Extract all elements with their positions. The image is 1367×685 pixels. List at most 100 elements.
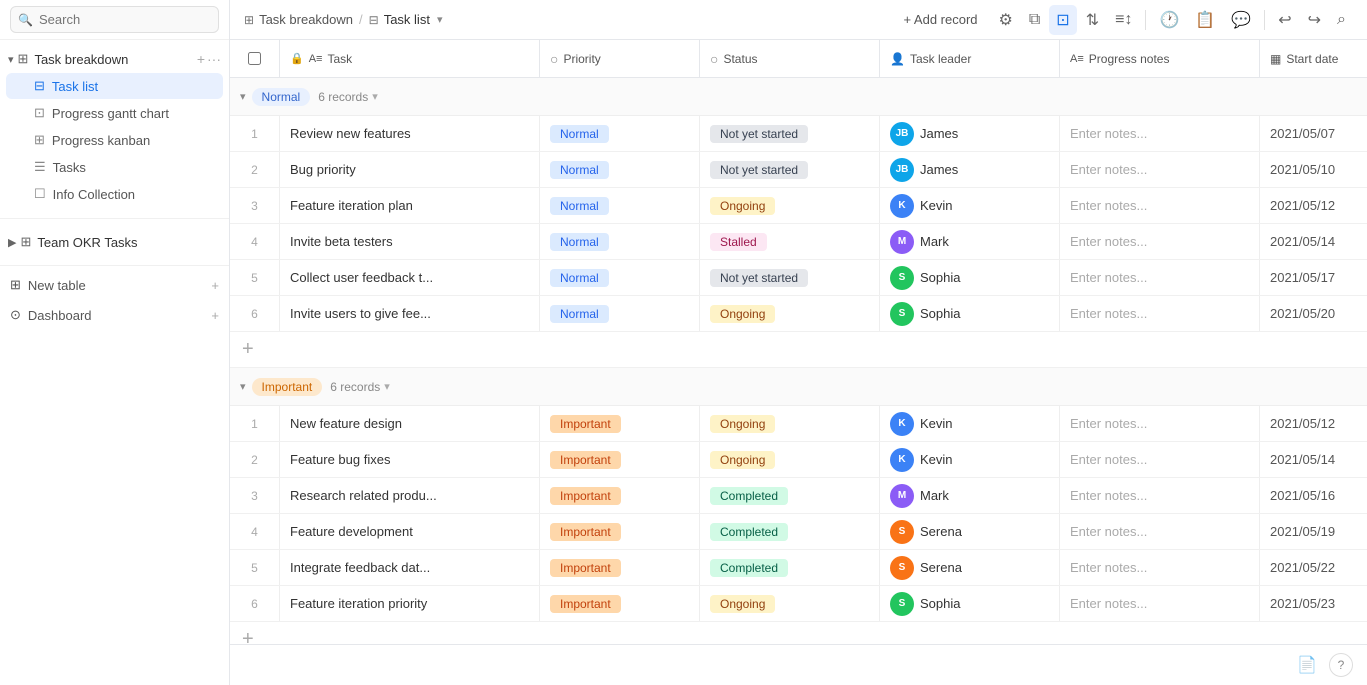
- priority-cell[interactable]: Important: [540, 478, 700, 513]
- table-row[interactable]: 5 Collect user feedback t... Normal Not …: [230, 260, 1367, 296]
- sidebar-item-task-list[interactable]: ⊟ Task list ···: [6, 73, 223, 99]
- leader-cell[interactable]: JB James: [880, 152, 1060, 187]
- add-dashboard-icon[interactable]: +: [211, 308, 219, 323]
- priority-cell[interactable]: Important: [540, 406, 700, 441]
- status-cell[interactable]: Ongoing: [700, 406, 880, 441]
- status-cell[interactable]: Completed: [700, 478, 880, 513]
- group-header-normal[interactable]: ▾ Normal 6 records ▾: [230, 78, 1367, 116]
- notes-cell[interactable]: Enter notes...: [1060, 586, 1260, 621]
- task-cell[interactable]: Feature development: [280, 514, 540, 549]
- reminder-button[interactable]: 🕐: [1152, 5, 1186, 35]
- notes-cell[interactable]: Enter notes...: [1060, 550, 1260, 585]
- task-cell[interactable]: Feature bug fixes: [280, 442, 540, 477]
- leader-cell[interactable]: K Kevin: [880, 406, 1060, 441]
- status-cell[interactable]: Ongoing: [700, 442, 880, 477]
- leader-cell[interactable]: S Sophia: [880, 296, 1060, 331]
- task-cell[interactable]: Invite beta testers: [280, 224, 540, 259]
- priority-cell[interactable]: Normal: [540, 296, 700, 331]
- task-breakdown-group-header[interactable]: ▾ ⊞ Task breakdown + ···: [0, 46, 229, 72]
- row-height-button[interactable]: ≡↕: [1108, 6, 1139, 34]
- leader-cell[interactable]: K Kevin: [880, 442, 1060, 477]
- select-all-checkbox[interactable]: [248, 52, 261, 65]
- status-cell[interactable]: Not yet started: [700, 260, 880, 295]
- table-row[interactable]: 1 New feature design Important Ongoing K…: [230, 406, 1367, 442]
- group-toggle-icon[interactable]: ▾: [240, 90, 246, 103]
- status-cell[interactable]: Not yet started: [700, 116, 880, 151]
- add-record-button[interactable]: + Add record: [895, 8, 985, 31]
- leader-cell[interactable]: S Serena: [880, 550, 1060, 585]
- search-records-button[interactable]: ⌕: [1330, 6, 1353, 34]
- notes-cell[interactable]: Enter notes...: [1060, 406, 1260, 441]
- new-table-item[interactable]: ⊞ New table +: [0, 270, 229, 300]
- add-row-button[interactable]: +: [230, 332, 1367, 368]
- task-cell[interactable]: Research related produ...: [280, 478, 540, 513]
- sort-button[interactable]: ⇅: [1079, 5, 1106, 35]
- redo-button[interactable]: ↪: [1301, 5, 1328, 35]
- priority-cell[interactable]: Normal: [540, 188, 700, 223]
- notes-cell[interactable]: Enter notes...: [1060, 514, 1260, 549]
- notes-cell[interactable]: Enter notes...: [1060, 224, 1260, 259]
- leader-cell[interactable]: M Mark: [880, 224, 1060, 259]
- task-cell[interactable]: Feature iteration plan: [280, 188, 540, 223]
- team-okr-group-header[interactable]: ▶ ⊞ Team OKR Tasks: [0, 229, 229, 255]
- leader-cell[interactable]: JB James: [880, 116, 1060, 151]
- sidebar-item-progress-kanban[interactable]: ⊞ Progress kanban: [6, 127, 223, 153]
- priority-cell[interactable]: Important: [540, 586, 700, 621]
- table-row[interactable]: 5 Integrate feedback dat... Important Co…: [230, 550, 1367, 586]
- notes-cell[interactable]: Enter notes...: [1060, 442, 1260, 477]
- status-cell[interactable]: Ongoing: [700, 188, 880, 223]
- group-header-important[interactable]: ▾ Important 6 records ▾: [230, 368, 1367, 406]
- notes-cell[interactable]: Enter notes...: [1060, 188, 1260, 223]
- status-cell[interactable]: Stalled: [700, 224, 880, 259]
- status-cell[interactable]: Ongoing: [700, 586, 880, 621]
- undo-button[interactable]: ↩: [1271, 5, 1298, 35]
- table-row[interactable]: 6 Feature iteration priority Important O…: [230, 586, 1367, 622]
- task-cell[interactable]: Collect user feedback t...: [280, 260, 540, 295]
- task-cell[interactable]: Integrate feedback dat...: [280, 550, 540, 585]
- chevron-down-icon[interactable]: ▾: [384, 380, 390, 393]
- group-toggle-icon[interactable]: ▾: [240, 380, 246, 393]
- task-cell[interactable]: Review new features: [280, 116, 540, 151]
- table-row[interactable]: 4 Feature development Important Complete…: [230, 514, 1367, 550]
- chevron-down-icon[interactable]: ▾: [437, 13, 443, 26]
- priority-cell[interactable]: Important: [540, 442, 700, 477]
- task-cell[interactable]: Invite users to give fee...: [280, 296, 540, 331]
- priority-cell[interactable]: Normal: [540, 152, 700, 187]
- add-new-table-icon[interactable]: +: [211, 278, 219, 293]
- sidebar-item-progress-gantt[interactable]: ⊡ Progress gantt chart: [6, 100, 223, 126]
- task-cell[interactable]: Feature iteration priority: [280, 586, 540, 621]
- status-cell[interactable]: Ongoing: [700, 296, 880, 331]
- notes-cell[interactable]: Enter notes...: [1060, 260, 1260, 295]
- chevron-down-icon[interactable]: ▾: [372, 90, 378, 103]
- priority-cell[interactable]: Normal: [540, 116, 700, 151]
- leader-cell[interactable]: S Serena: [880, 514, 1060, 549]
- doc-button[interactable]: 📄: [1293, 651, 1321, 679]
- more-icon[interactable]: ···: [207, 51, 221, 67]
- breadcrumb-main[interactable]: ⊞ Task breakdown: [244, 12, 353, 27]
- table-row[interactable]: 3 Feature iteration plan Normal Ongoing …: [230, 188, 1367, 224]
- leader-cell[interactable]: S Sophia: [880, 586, 1060, 621]
- leader-cell[interactable]: M Mark: [880, 478, 1060, 513]
- notes-cell[interactable]: Enter notes...: [1060, 116, 1260, 151]
- priority-cell[interactable]: Important: [540, 514, 700, 549]
- table-row[interactable]: 3 Research related produ... Important Co…: [230, 478, 1367, 514]
- task-cell[interactable]: New feature design: [280, 406, 540, 441]
- table-row[interactable]: 2 Feature bug fixes Important Ongoing K …: [230, 442, 1367, 478]
- leader-cell[interactable]: K Kevin: [880, 188, 1060, 223]
- priority-cell[interactable]: Important: [540, 550, 700, 585]
- status-cell[interactable]: Completed: [700, 550, 880, 585]
- task-cell[interactable]: Bug priority: [280, 152, 540, 187]
- search-input[interactable]: [10, 6, 219, 33]
- settings-button[interactable]: ⚙: [992, 5, 1020, 35]
- group-button[interactable]: ⊡: [1049, 5, 1076, 35]
- notes-cell[interactable]: Enter notes...: [1060, 296, 1260, 331]
- notes-cell[interactable]: Enter notes...: [1060, 152, 1260, 187]
- table-row[interactable]: 1 Review new features Normal Not yet sta…: [230, 116, 1367, 152]
- table-row[interactable]: 2 Bug priority Normal Not yet started JB…: [230, 152, 1367, 188]
- status-cell[interactable]: Completed: [700, 514, 880, 549]
- table-row[interactable]: 4 Invite beta testers Normal Stalled M M…: [230, 224, 1367, 260]
- chat-button[interactable]: 💬: [1224, 5, 1258, 35]
- help-button[interactable]: ?: [1329, 653, 1353, 677]
- filter-button[interactable]: ⧉: [1022, 6, 1047, 34]
- add-row-button[interactable]: +: [230, 622, 1367, 644]
